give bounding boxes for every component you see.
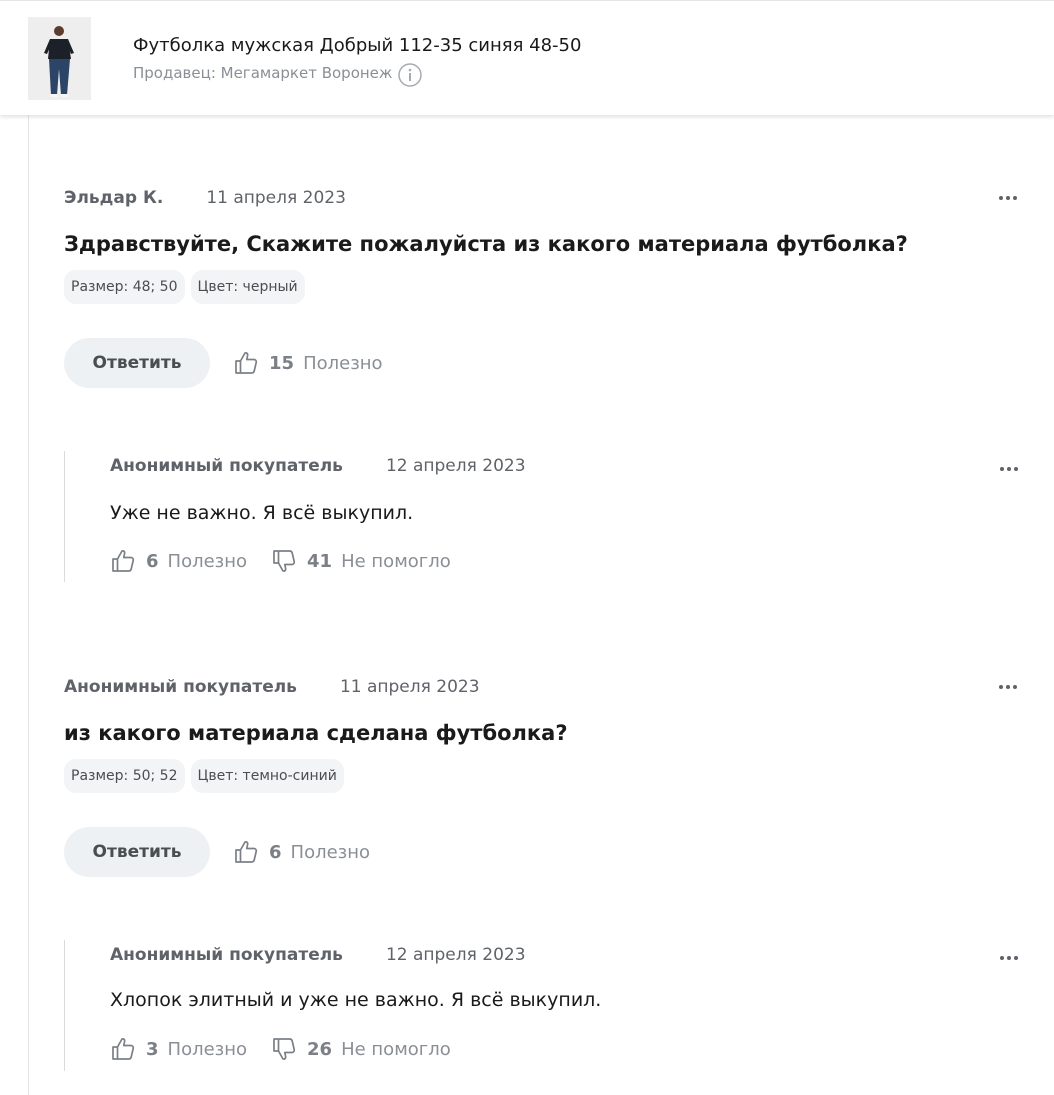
product-header: Футболка мужская Добрый 112-35 синяя 48-… <box>0 0 1054 115</box>
product-thumbnail[interactable] <box>28 17 91 100</box>
helpful-button[interactable]: 3 Полезно <box>110 1036 247 1062</box>
not-helpful-button[interactable]: 26 Не помогло <box>271 1036 451 1062</box>
question-actions: Ответить 6 Полезно <box>64 827 1024 877</box>
answer-actions: 3 Полезно 26 Не помогло <box>110 1036 1025 1062</box>
content-border <box>28 114 29 1095</box>
answer-meta: Анонимный покупатель 12 апреля 2023 <box>110 454 1025 478</box>
reply-button[interactable]: Ответить <box>64 827 210 877</box>
helpful-label: Полезно <box>167 1038 248 1060</box>
thumbs-up-icon <box>110 548 136 574</box>
not-helpful-button[interactable]: 41 Не помогло <box>271 548 451 574</box>
answer-date: 12 апреля 2023 <box>385 456 526 476</box>
question-meta: Анонимный покупатель 11 апреля 2023 <box>64 675 1024 699</box>
answer-author: Анонимный покупатель <box>110 456 343 476</box>
answer-actions: 6 Полезно 41 Не помогло <box>110 548 1025 574</box>
not-helpful-count: 26 <box>307 1038 333 1060</box>
helpful-button[interactable]: 6 Полезно <box>233 839 370 865</box>
question-tags: Размер: 50; 52 Цвет: темно-синий <box>64 759 1024 793</box>
answer-text: Уже не важно. Я всё выкупил. <box>110 502 414 524</box>
question-date: 11 апреля 2023 <box>206 188 346 208</box>
tag-color: Цвет: темно-синий <box>190 759 344 793</box>
more-options-icon[interactable] <box>998 188 1018 208</box>
answer-author: Анонимный покупатель <box>110 945 343 965</box>
thumbs-down-icon <box>271 548 297 574</box>
more-options-icon[interactable] <box>999 459 1019 479</box>
helpful-count: 15 <box>269 352 295 374</box>
answer-card: Анонимный покупатель 12 апреля 2023 Уже … <box>64 451 1025 582</box>
tag-size: Размер: 50; 52 <box>64 759 185 793</box>
seller-line: Продавец: Мегамаркет Воронеж <box>133 62 423 87</box>
answer-date: 12 апреля 2023 <box>385 945 526 965</box>
question-actions: Ответить 15 Полезно <box>64 338 1024 388</box>
answer-meta: Анонимный покупатель 12 апреля 2023 <box>110 943 1025 967</box>
info-icon[interactable] <box>398 62 423 87</box>
question-date: 11 апреля 2023 <box>339 677 480 697</box>
answer-text: Хлопок элитный и уже не важно. Я всё вык… <box>110 989 602 1011</box>
answer-card: Анонимный покупатель 12 апреля 2023 Хлоп… <box>64 940 1025 1071</box>
question-card: Анонимный покупатель 11 апреля 2023 из к… <box>64 675 1024 877</box>
question-author: Анонимный покупатель <box>64 677 297 697</box>
thumbs-down-icon <box>271 1036 297 1062</box>
question-card: Эльдар К. 11 апреля 2023 Здравствуйте, С… <box>64 186 1024 388</box>
more-options-icon[interactable] <box>999 948 1019 968</box>
tag-size: Размер: 48; 50 <box>64 270 185 304</box>
question-meta: Эльдар К. 11 апреля 2023 <box>64 186 1024 210</box>
question-tags: Размер: 48; 50 Цвет: черный <box>64 270 1024 304</box>
thumbs-up-icon <box>233 350 259 376</box>
reply-button[interactable]: Ответить <box>64 338 210 388</box>
question-author: Эльдар К. <box>64 188 164 208</box>
helpful-count: 6 <box>146 550 159 572</box>
helpful-label: Полезно <box>303 352 383 374</box>
helpful-label: Полезно <box>290 841 371 863</box>
more-options-icon[interactable] <box>998 677 1018 697</box>
helpful-button[interactable]: 6 Полезно <box>110 548 247 574</box>
seller-name[interactable]: Продавец: Мегамаркет Воронеж <box>133 64 392 82</box>
tag-color: Цвет: черный <box>190 270 305 304</box>
helpful-count: 3 <box>146 1038 159 1060</box>
helpful-button[interactable]: 15 Полезно <box>233 350 383 376</box>
question-text: из какого материала сделана футболка? <box>64 721 568 745</box>
thumbs-up-icon <box>110 1036 136 1062</box>
helpful-label: Полезно <box>167 550 248 572</box>
thumbs-up-icon <box>233 839 259 865</box>
not-helpful-label: Не помогло <box>341 550 451 572</box>
product-title[interactable]: Футболка мужская Добрый 112-35 синяя 48-… <box>133 35 581 56</box>
helpful-count: 6 <box>269 841 282 863</box>
question-text: Здравствуйте, Скажите пожалуйста из како… <box>64 232 908 256</box>
not-helpful-count: 41 <box>307 550 333 572</box>
not-helpful-label: Не помогло <box>341 1038 451 1060</box>
